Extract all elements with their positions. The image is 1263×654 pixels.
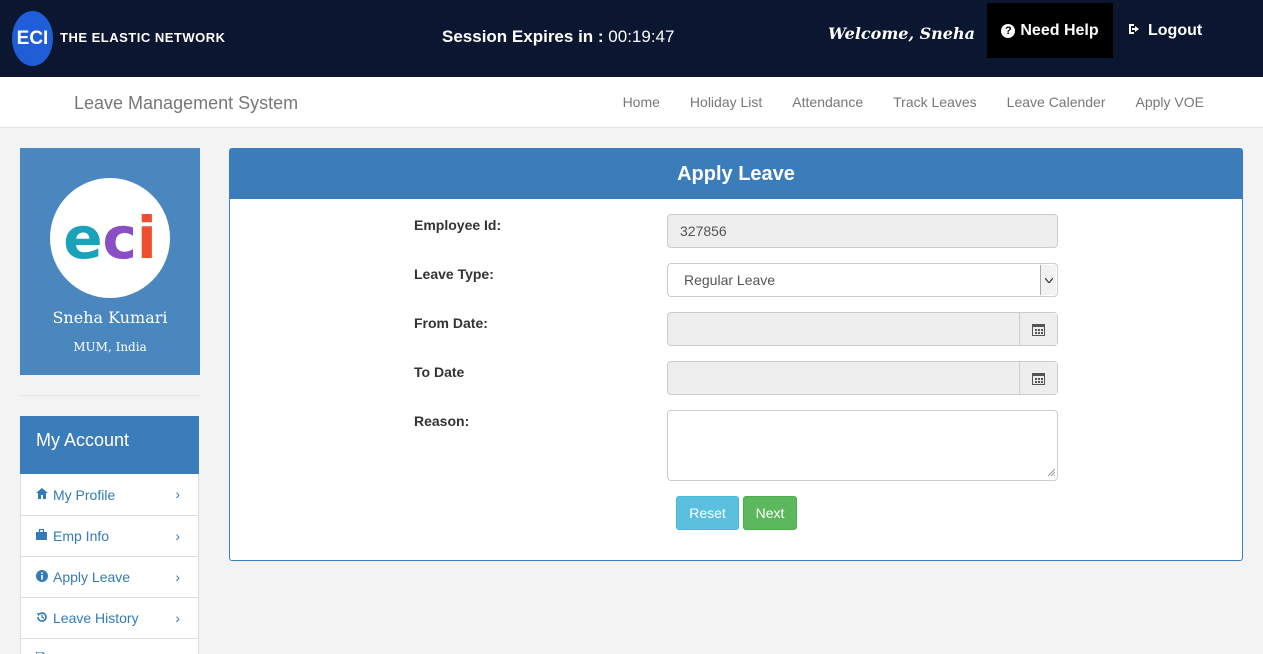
- session-expiry: Session Expires in : 00:19:47: [442, 27, 674, 47]
- resize-grip-icon[interactable]: [1047, 468, 1056, 478]
- leave-type-select[interactable]: Regular Leave: [667, 263, 1058, 297]
- my-account-heading: My Account: [20, 416, 199, 474]
- my-account-menu: My Profile › Emp Info › Apply Leave › Le…: [20, 474, 199, 654]
- logout-icon: [1128, 22, 1142, 40]
- sidebar-item-emp-info[interactable]: Emp Info ›: [21, 515, 198, 556]
- chevron-right-icon: ›: [175, 486, 180, 502]
- from-date-field[interactable]: [667, 312, 1058, 346]
- panel-title: Apply Leave: [230, 149, 1242, 199]
- briefcase-icon: [36, 528, 50, 543]
- employee-id-label: Employee Id:: [414, 217, 502, 233]
- nav-attendance[interactable]: Attendance: [792, 94, 863, 110]
- profile-name: Sneha Kumari: [52, 308, 168, 327]
- navigation-bar: Leave Management System Home Holiday Lis…: [0, 77, 1263, 128]
- calendar-icon[interactable]: [1019, 362, 1057, 394]
- logout-label: Logout: [1148, 22, 1203, 39]
- nav-track-leaves[interactable]: Track Leaves: [893, 94, 977, 110]
- reset-button[interactable]: Reset: [676, 496, 739, 530]
- nav-leave-calender[interactable]: Leave Calender: [1007, 94, 1106, 110]
- next-button[interactable]: Next: [743, 496, 797, 530]
- chevron-down-icon: [1040, 265, 1056, 295]
- reason-textarea[interactable]: [667, 410, 1058, 481]
- sidebar-item-label: Apply Leave: [53, 569, 131, 585]
- leave-type-label: Leave Type:: [414, 266, 494, 282]
- from-date-label: From Date:: [414, 315, 488, 331]
- reason-label: Reason:: [414, 413, 470, 429]
- to-date-label: To Date: [414, 364, 465, 380]
- history-icon: [36, 611, 50, 626]
- logout-button[interactable]: Logout: [1128, 22, 1202, 40]
- welcome-text: Welcome, Sneha: [828, 24, 975, 43]
- chevron-right-icon: ›: [175, 528, 180, 544]
- sidebar-item-label: Leave History: [53, 610, 139, 626]
- sidebar-divider: [20, 395, 200, 396]
- leave-type-value: Regular Leave: [684, 272, 776, 288]
- logo-text: ECI: [16, 27, 49, 49]
- question-icon: ?: [1001, 23, 1016, 38]
- nav-links: Home Holiday List Attendance Track Leave…: [623, 94, 1204, 110]
- profile-location: MUM, India: [73, 340, 147, 354]
- sidebar-item-label: My Profile: [53, 486, 116, 503]
- eci-logo: ECI: [12, 11, 53, 66]
- nav-apply-voe[interactable]: Apply VOE: [1136, 94, 1204, 110]
- to-date-field[interactable]: [667, 361, 1058, 395]
- info-icon: [36, 569, 50, 585]
- sidebar-item-my-profile[interactable]: My Profile ›: [21, 474, 198, 515]
- chevron-right-icon: ›: [175, 610, 180, 626]
- need-help-button[interactable]: ? Need Help: [987, 3, 1113, 58]
- profile-card: eci Sneha Kumari MUM, India: [20, 148, 200, 375]
- nav-home[interactable]: Home: [623, 94, 660, 110]
- avatar: eci: [50, 178, 170, 298]
- app-brand[interactable]: Leave Management System: [74, 93, 298, 114]
- sidebar-item-leave-history[interactable]: Leave History ›: [21, 597, 198, 638]
- need-help-label: Need Help: [1020, 21, 1099, 39]
- sidebar-item-label: Emp Info: [53, 528, 110, 544]
- home-icon: [36, 487, 50, 502]
- company-name: THE ELASTIC NETWORK: [60, 30, 226, 45]
- nav-holiday-list[interactable]: Holiday List: [690, 94, 762, 110]
- calendar-icon[interactable]: [1019, 313, 1057, 345]
- employee-id-field[interactable]: 327856: [667, 214, 1058, 248]
- session-label: Session Expires in :: [442, 27, 604, 46]
- apply-leave-panel: Apply Leave Employee Id: 327856 Leave Ty…: [229, 148, 1243, 561]
- session-time: 00:19:47: [608, 27, 675, 46]
- top-header-bar: ECI THE ELASTIC NETWORK Session Expires …: [0, 0, 1263, 77]
- sidebar-item-apply-leave[interactable]: Apply Leave ›: [21, 556, 198, 597]
- chevron-right-icon: ›: [175, 569, 180, 585]
- sidebar-item-partial[interactable]: [21, 638, 198, 654]
